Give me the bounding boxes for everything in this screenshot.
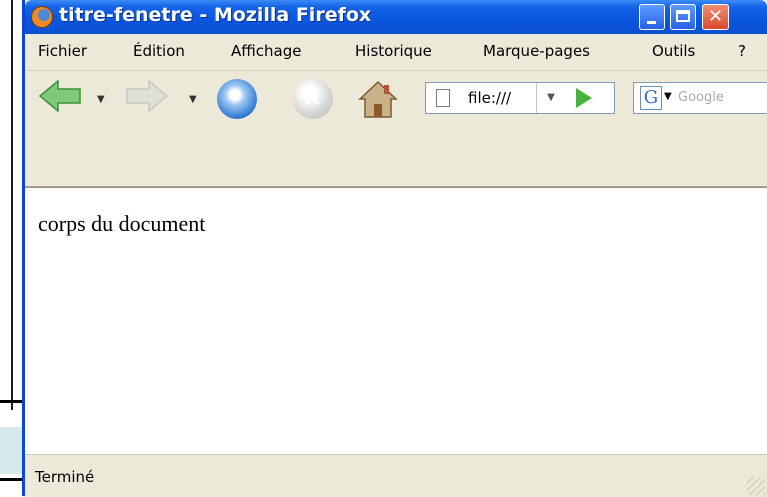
firefox-logo-icon[interactable]	[31, 6, 53, 28]
status-bar: Terminé	[25, 454, 767, 497]
minimize-button[interactable]	[639, 4, 665, 30]
page-icon	[436, 89, 450, 107]
browser-window: titre-fenetre - Mozilla Firefox ✕ Fichie…	[22, 0, 767, 497]
menu-affichage[interactable]: Affichage	[231, 42, 301, 60]
navigation-toolbar: ▼ ▼ × file:/// ▼ G ▼ Google	[25, 71, 767, 187]
menu-marque-pages[interactable]: Marque-pages	[483, 42, 590, 60]
window-title: titre-fenetre - Mozilla Firefox	[59, 4, 372, 26]
maximize-icon	[671, 5, 695, 29]
url-text[interactable]: file:///	[468, 89, 511, 107]
menu-help[interactable]: ?	[738, 42, 746, 60]
url-dropdown-button[interactable]: ▼	[536, 83, 565, 113]
reload-icon[interactable]	[217, 79, 257, 119]
title-bar[interactable]: titre-fenetre - Mozilla Firefox ✕	[25, 0, 767, 34]
status-text: Terminé	[35, 468, 95, 486]
document-body-text: corps du document	[38, 211, 206, 236]
search-engine-dropdown[interactable]: ▼	[664, 91, 672, 102]
background-window-border	[11, 0, 13, 410]
minimize-icon	[640, 5, 664, 29]
home-icon[interactable]	[358, 79, 398, 119]
maximize-button[interactable]	[670, 4, 696, 30]
menu-edition[interactable]: Édition	[133, 42, 185, 60]
menu-bar: Fichier Édition Affichage Historique Mar…	[25, 34, 767, 71]
google-engine-icon[interactable]: G	[640, 86, 662, 110]
close-button[interactable]: ✕	[702, 4, 729, 30]
resize-grip[interactable]	[747, 477, 765, 495]
search-input[interactable]: Google	[678, 90, 724, 105]
address-bar[interactable]: file:/// ▼	[425, 82, 615, 114]
menu-outils[interactable]: Outils	[652, 42, 695, 60]
page-content: corps du document	[25, 187, 767, 454]
search-bar[interactable]: G ▼ Google	[633, 82, 767, 114]
close-icon: ✕	[707, 6, 724, 27]
back-arrow-icon[interactable]	[38, 79, 82, 113]
stop-icon[interactable]: ×	[293, 79, 333, 119]
back-history-dropdown[interactable]: ▼	[97, 94, 105, 105]
go-arrow-icon[interactable]	[576, 88, 592, 108]
menu-historique[interactable]: Historique	[355, 42, 432, 60]
forward-arrow-icon[interactable]	[125, 79, 169, 113]
forward-history-dropdown[interactable]: ▼	[189, 94, 197, 105]
menu-fichier[interactable]: Fichier	[38, 42, 87, 60]
